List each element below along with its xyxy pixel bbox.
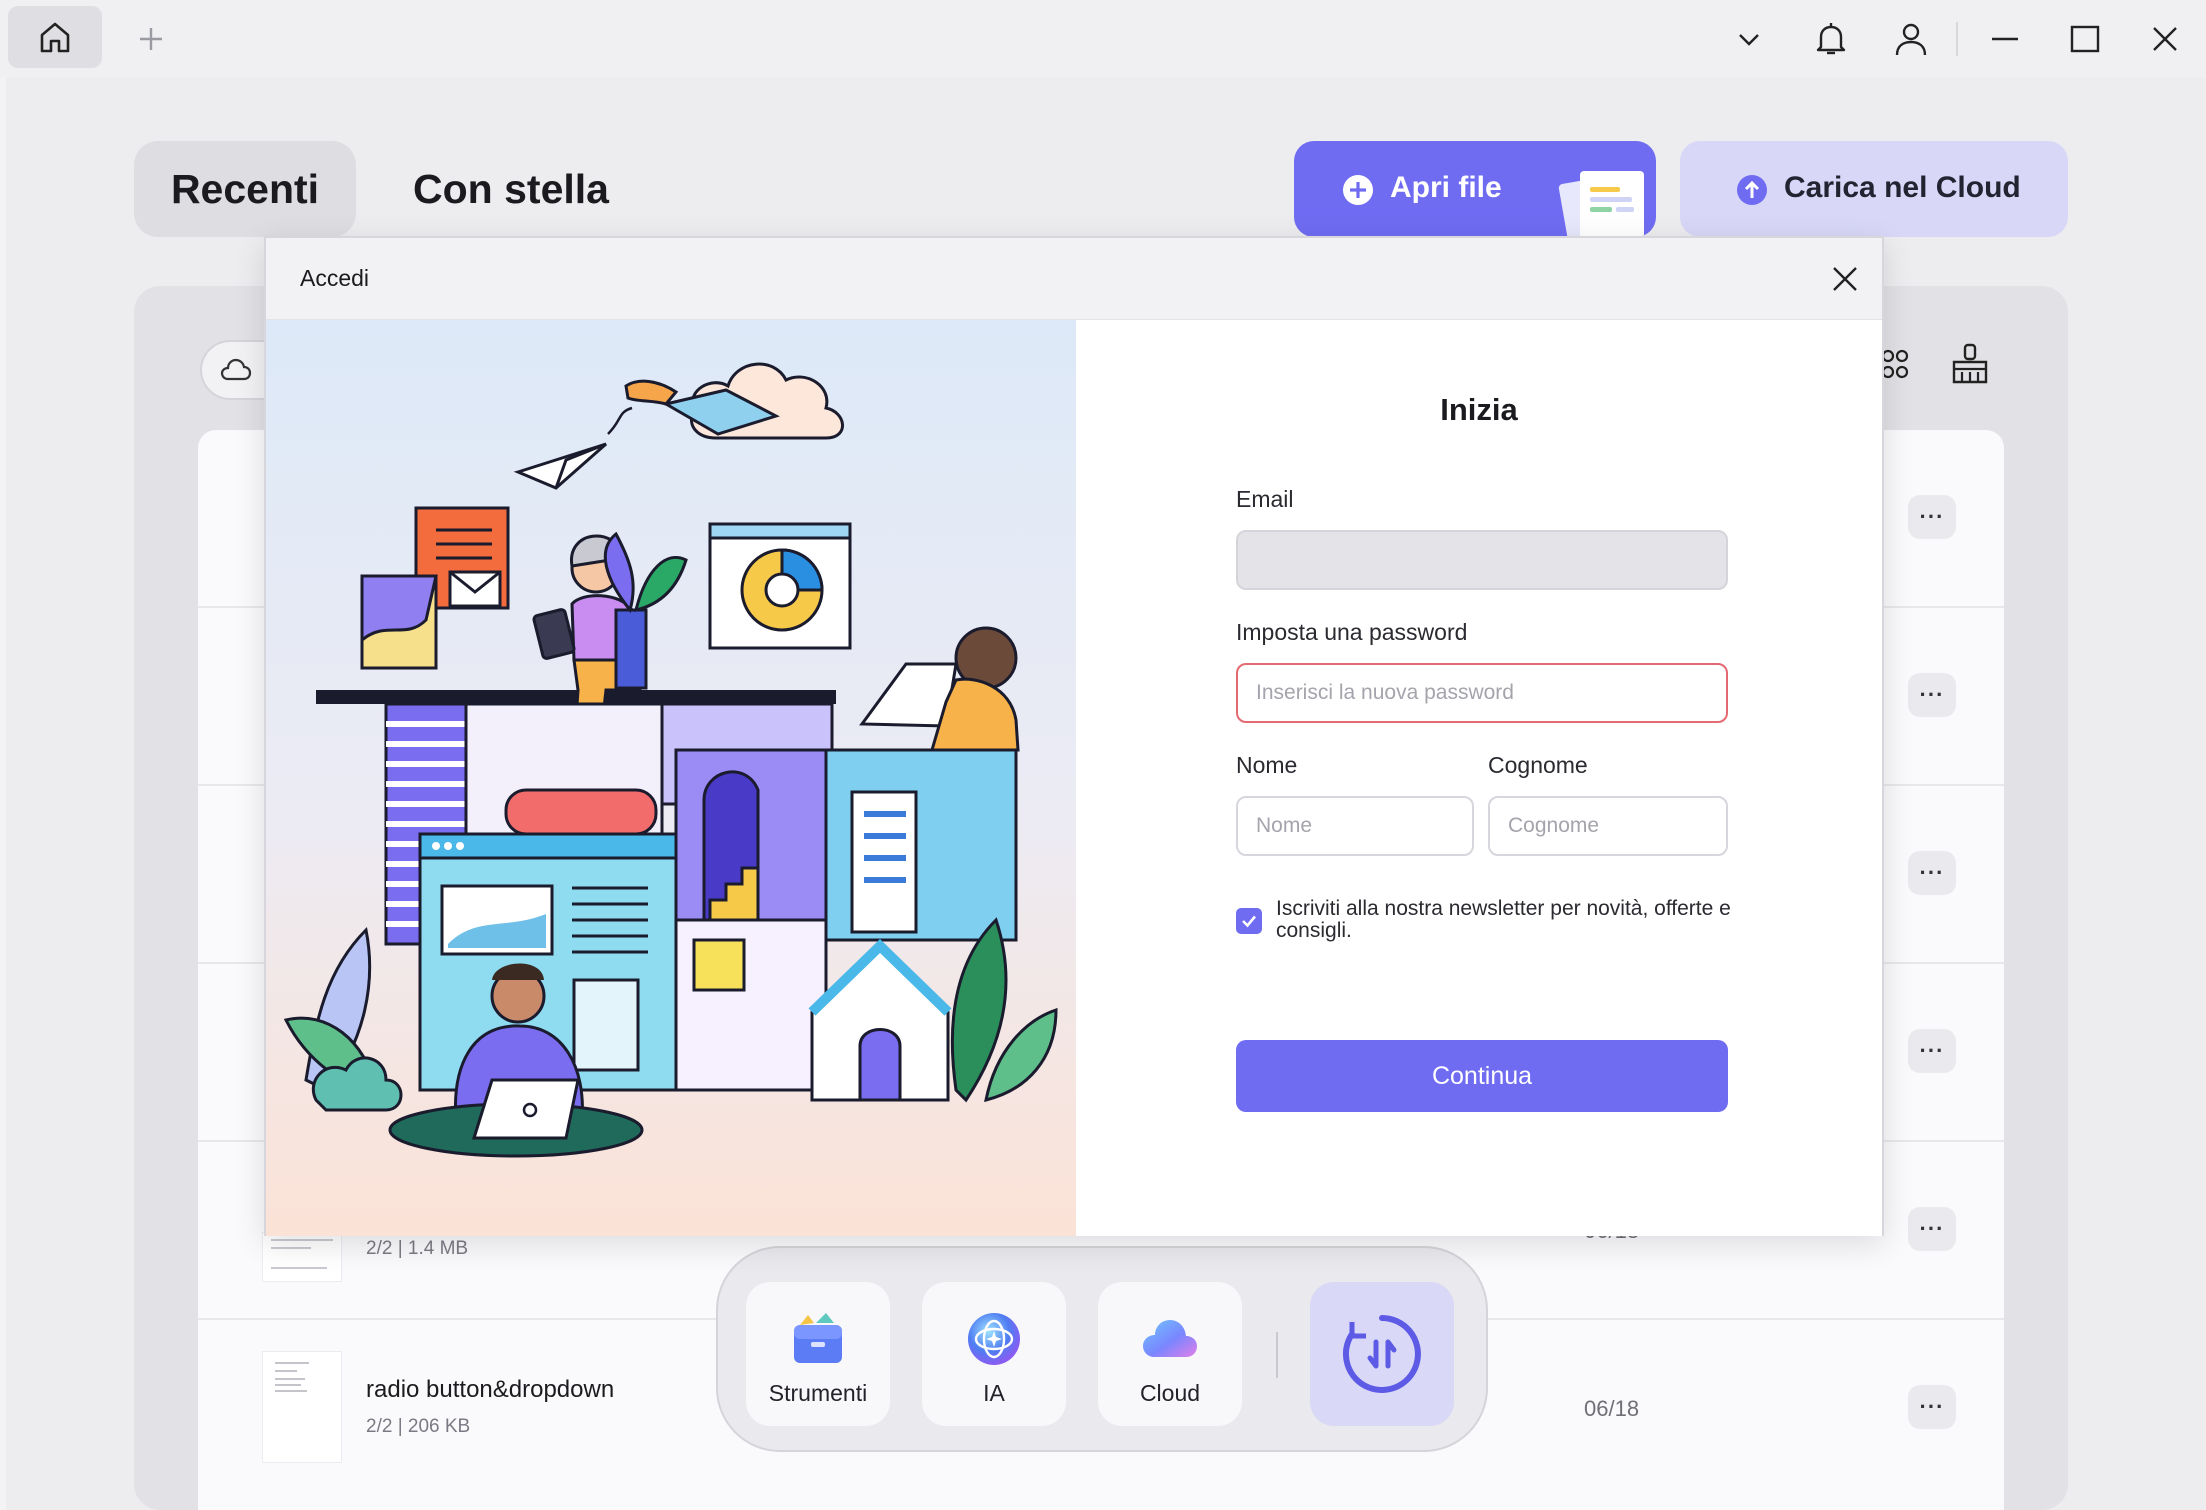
upload-cloud-label: Carica nel Cloud [1784, 171, 2021, 204]
last-name-field[interactable] [1488, 796, 1728, 856]
dialog-title: Accedi [300, 265, 370, 291]
more-options-button[interactable]: ··· [1908, 1207, 1956, 1251]
bell-icon [1816, 23, 1846, 55]
more-options-button[interactable]: ··· [1908, 673, 1956, 717]
minimize-icon [1992, 37, 2018, 41]
dock-tools-label: Strumenti [768, 1380, 868, 1406]
account-button[interactable] [1884, 12, 1938, 66]
dock-tools-button[interactable]: Strumenti [746, 1282, 890, 1426]
bottom-dock: Strumenti IA Cloud [716, 1246, 1488, 1452]
toolbox-icon [794, 1313, 842, 1363]
chevron-down-icon [1739, 34, 1759, 46]
file-name: radio button&dropdown [366, 1376, 615, 1403]
last-name-label: Cognome [1488, 752, 1588, 778]
illustration-artwork [283, 362, 1058, 1158]
titlebar-divider [1956, 22, 1958, 56]
upload-cloud-button[interactable]: Carica nel Cloud [1680, 141, 2068, 237]
checkmark-icon [1242, 915, 1256, 928]
dock-cloud-label: Cloud [1139, 1380, 1201, 1406]
welcome-illustration [266, 320, 1076, 1236]
user-icon [1895, 23, 1927, 56]
maximize-button[interactable] [2058, 12, 2112, 66]
more-options-button[interactable]: ··· [1908, 1385, 1956, 1429]
dock-convert-button[interactable] [1310, 1282, 1454, 1426]
email-label: Email [1236, 486, 1294, 512]
close-icon [1833, 267, 1857, 291]
dock-separator [1276, 1332, 1278, 1378]
dialog-close-button[interactable] [1826, 260, 1864, 298]
grid-view-icon[interactable] [1880, 346, 1910, 382]
title-bar [0, 0, 2206, 78]
cloud-outline-icon [220, 358, 252, 381]
upload-icon [1737, 175, 1767, 205]
dock-cloud-button[interactable]: Cloud [1098, 1282, 1242, 1426]
continue-button[interactable]: Continua [1236, 1040, 1728, 1112]
tab-recenti[interactable]: Recenti [134, 141, 356, 237]
broom-icon[interactable] [1950, 342, 1990, 386]
password-field[interactable] [1236, 663, 1728, 723]
file-thumbnail[interactable] [262, 1351, 342, 1463]
file-meta: 2/2 | 206 KB [366, 1416, 471, 1437]
dialog-header: Accedi [266, 238, 1882, 320]
file-date: 06/18 [1584, 1396, 1640, 1421]
open-file-label: Apri file [1390, 171, 1502, 204]
email-field[interactable] [1236, 530, 1728, 590]
file-meta: 2/2 | 1.4 MB [366, 1238, 469, 1259]
convert-icon [1342, 1315, 1421, 1393]
cloud-icon [1143, 1320, 1197, 1357]
dock-ai-label: IA [983, 1380, 1005, 1406]
first-name-label: Nome [1236, 752, 1298, 778]
close-window-button[interactable] [2138, 12, 2192, 66]
newsletter-label: Iscriviti alla nostra newsletter per nov… [1276, 897, 1731, 942]
notifications-button[interactable] [1804, 12, 1858, 66]
newsletter-checkbox[interactable] [1236, 908, 1262, 934]
close-icon [2153, 27, 2177, 51]
new-tab-button[interactable] [128, 14, 174, 64]
more-options-button[interactable]: ··· [1908, 851, 1956, 895]
home-icon [40, 22, 70, 53]
form-heading: Inizia [1440, 392, 1518, 427]
tab-con-stella[interactable]: Con stella [392, 141, 630, 237]
ai-icon [968, 1313, 1020, 1365]
file-thumbnail[interactable] [262, 1232, 342, 1282]
dock-ai-button[interactable]: IA [922, 1282, 1066, 1426]
first-name-field[interactable] [1236, 796, 1474, 856]
cloud-filter-button[interactable] [200, 340, 270, 400]
signup-form: Inizia Email Imposta una password Nome C… [1076, 320, 1882, 1236]
documents-icon [1558, 171, 1644, 237]
more-options-button[interactable]: ··· [1908, 495, 1956, 539]
password-label: Imposta una password [1236, 619, 1468, 645]
dropdown-button[interactable] [1722, 12, 1776, 66]
open-file-button[interactable]: Apri file [1294, 141, 1656, 237]
home-tab[interactable] [8, 6, 102, 68]
plus-icon [140, 28, 162, 50]
login-dialog: Accedi Inizia Email Imposta una password… [264, 236, 1884, 1236]
plus-circle-icon [1343, 175, 1373, 205]
maximize-icon [2070, 25, 2100, 53]
more-options-button[interactable]: ··· [1908, 1029, 1956, 1073]
minimize-button[interactable] [1978, 12, 2032, 66]
